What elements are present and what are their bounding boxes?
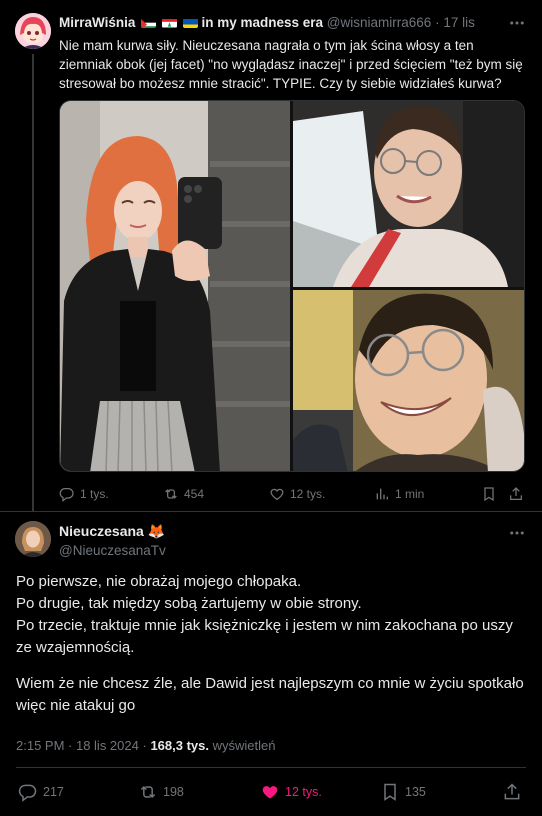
like-count: 12 tys. bbox=[290, 487, 326, 501]
share-icon bbox=[508, 486, 524, 502]
repost-button[interactable]: 198 bbox=[138, 781, 184, 803]
repost-count: 454 bbox=[184, 487, 205, 501]
avatar[interactable] bbox=[15, 521, 51, 557]
share-button[interactable] bbox=[508, 484, 524, 504]
display-name[interactable]: Nieuczesana 🦊 bbox=[59, 523, 165, 540]
share-icon bbox=[502, 782, 522, 802]
reply-button[interactable]: 1 tys. bbox=[59, 484, 109, 504]
reply-count: 217 bbox=[43, 785, 64, 799]
timestamp[interactable]: 2:15 PM · 18 lis 2024 bbox=[16, 738, 139, 753]
handle[interactable]: @wisniamirra666 bbox=[327, 15, 432, 30]
repost-button[interactable]: 454 bbox=[163, 484, 204, 504]
bookmark-button[interactable] bbox=[481, 484, 497, 504]
views-icon bbox=[374, 486, 390, 502]
tweet-actions: 1 tys. 454 12 tys. 1 min bbox=[59, 484, 529, 504]
handle[interactable]: @NieuczesanaTv bbox=[59, 542, 166, 559]
tweet-header: MirraWiśnia in my madness era @wisniamir… bbox=[59, 14, 499, 32]
views-button[interactable]: 1 min bbox=[374, 484, 424, 504]
timestamp[interactable]: 17 lis bbox=[443, 15, 475, 30]
views-label: wyświetleń bbox=[212, 738, 276, 753]
separator-dot: · bbox=[142, 738, 147, 753]
text-line-2: Po drugie, tak między sobą żartujemy w o… bbox=[16, 595, 362, 612]
bookmark-icon bbox=[380, 782, 400, 802]
text-line-3: Po trzecie, traktuje mnie jak księżniczk… bbox=[16, 617, 513, 656]
repost-count: 198 bbox=[163, 785, 184, 799]
tweet-actions: 217 198 12 tys. 135 bbox=[16, 781, 526, 803]
media-grid[interactable] bbox=[59, 100, 525, 472]
bookmark-icon bbox=[481, 486, 497, 502]
like-button[interactable]: 12 tys. bbox=[260, 781, 322, 803]
divider bbox=[16, 767, 526, 768]
views-count: 1 min bbox=[395, 487, 425, 501]
reply-icon bbox=[59, 486, 75, 502]
text-line-4: Wiem że nie chcesz źle, ale Dawid jest n… bbox=[16, 675, 524, 714]
photo-man-in-car[interactable] bbox=[293, 101, 524, 287]
separator-dot: · bbox=[435, 15, 440, 30]
like-count: 12 tys. bbox=[285, 785, 322, 799]
views-count: 168,3 tys. bbox=[150, 738, 209, 753]
avatar[interactable] bbox=[15, 13, 51, 49]
heart-icon bbox=[269, 486, 285, 502]
reply-button[interactable]: 217 bbox=[18, 781, 64, 803]
flag-ukraine bbox=[182, 17, 198, 28]
bookmark-count: 135 bbox=[405, 785, 426, 799]
display-name-text: Nieuczesana bbox=[59, 523, 144, 539]
thread-line bbox=[32, 54, 34, 512]
display-name[interactable]: MirraWiśnia bbox=[59, 15, 135, 30]
fox-emoji: 🦊 bbox=[147, 523, 166, 539]
repost-icon bbox=[163, 486, 179, 502]
more-options-icon[interactable] bbox=[508, 14, 526, 35]
text-line-1: Po pierwsze, nie obrażaj mojego chłopaka… bbox=[16, 573, 302, 590]
share-button[interactable] bbox=[502, 781, 522, 803]
tweet-text: Nie mam kurwa siły. Nieuczesana nagrała … bbox=[59, 38, 523, 91]
more-options-icon[interactable] bbox=[508, 524, 526, 545]
tweet-text: Po pierwsze, nie obrażaj mojego chłopaka… bbox=[16, 571, 526, 717]
reply-count: 1 tys. bbox=[80, 487, 109, 501]
bio-suffix: in my madness era bbox=[201, 15, 324, 30]
parent-tweet[interactable]: MirraWiśnia in my madness era @wisniamir… bbox=[0, 0, 542, 512]
bookmark-button[interactable]: 135 bbox=[380, 781, 426, 803]
heart-filled-icon bbox=[260, 782, 280, 802]
reply-icon bbox=[18, 782, 38, 802]
flag-lebanon bbox=[161, 17, 177, 28]
photo-man-smiling[interactable] bbox=[293, 290, 524, 471]
tweet-meta: 2:15 PM · 18 lis 2024 · 168,3 tys. wyświ… bbox=[16, 738, 275, 753]
flag-palestine bbox=[141, 17, 157, 28]
repost-icon bbox=[138, 782, 158, 802]
photo-mirror-selfie[interactable] bbox=[60, 101, 290, 471]
like-button[interactable]: 12 tys. bbox=[269, 484, 325, 504]
